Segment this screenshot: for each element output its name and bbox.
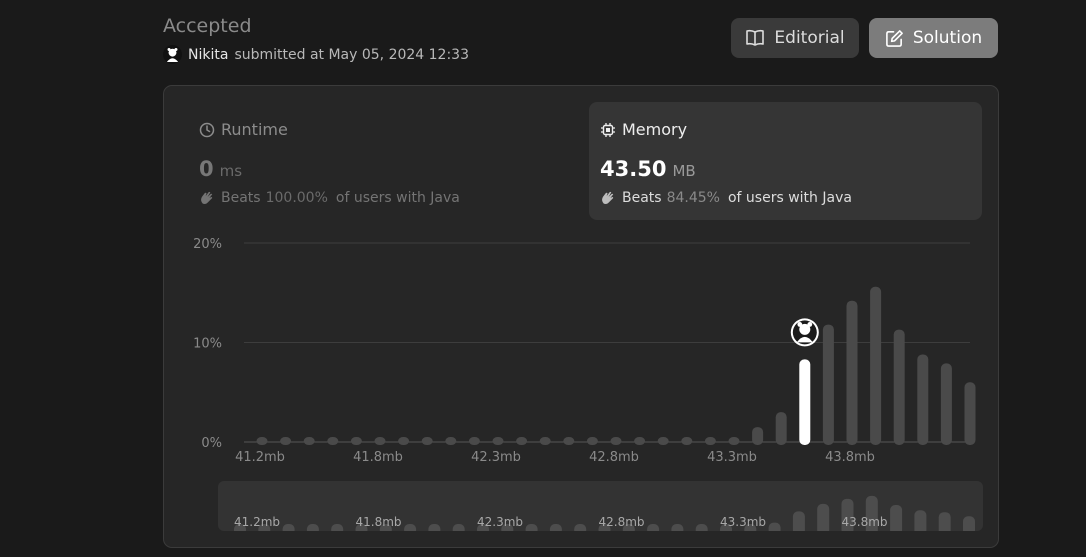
chart-bar[interactable] bbox=[728, 437, 740, 445]
chart-bar[interactable] bbox=[846, 300, 858, 445]
overview-bar bbox=[938, 512, 951, 531]
overview-bar bbox=[792, 511, 805, 531]
chart-bar-highlight[interactable] bbox=[799, 359, 811, 445]
x-tick-label: 41.2mb bbox=[235, 450, 285, 465]
overview-bar bbox=[768, 522, 781, 531]
chart-bar[interactable] bbox=[681, 437, 693, 445]
book-icon bbox=[746, 29, 765, 46]
chart-bar[interactable] bbox=[940, 363, 952, 445]
submission-status: Accepted bbox=[163, 15, 252, 37]
avatar[interactable] bbox=[163, 45, 182, 64]
chart-bar[interactable] bbox=[775, 412, 787, 445]
editorial-label: Editorial bbox=[774, 28, 845, 48]
username-link[interactable]: Nikita bbox=[188, 47, 228, 63]
x-tick-label: 43.8mb bbox=[825, 450, 875, 465]
overview-bar bbox=[963, 516, 975, 531]
overview-tick-label: 42.3mb bbox=[477, 515, 523, 529]
memory-distribution-chart[interactable]: 0% 10% 20% 41.2mb 41.8mb 42.3mb 42.8mb 43.3mb 43… bbox=[164, 86, 998, 481]
chart-bar[interactable] bbox=[327, 437, 339, 445]
overview-tick-label: 41.2mb bbox=[234, 515, 280, 529]
edit-icon bbox=[885, 29, 903, 47]
y-tick-label: 0% bbox=[201, 436, 222, 451]
x-tick-label: 42.8mb bbox=[589, 450, 639, 465]
chart-bar[interactable] bbox=[870, 286, 882, 445]
chart-bar[interactable] bbox=[468, 437, 480, 445]
submission-info: Nikita submitted at May 05, 2024 12:33 bbox=[163, 45, 469, 64]
y-tick-label: 10% bbox=[193, 337, 222, 352]
chart-bar[interactable] bbox=[256, 437, 268, 445]
chart-bar[interactable] bbox=[350, 437, 362, 445]
marker-ear bbox=[797, 322, 803, 327]
chart-bar[interactable] bbox=[280, 437, 292, 445]
overview-tick-label: 42.8mb bbox=[598, 515, 644, 529]
chart-bar[interactable] bbox=[563, 437, 575, 445]
x-tick-label: 41.8mb bbox=[353, 450, 403, 465]
chart-bar[interactable] bbox=[634, 437, 646, 445]
chart-bar[interactable] bbox=[398, 437, 410, 445]
overview-bar bbox=[817, 503, 830, 531]
chart-bar[interactable] bbox=[822, 324, 834, 445]
editorial-button[interactable]: Editorial bbox=[731, 18, 859, 58]
chart-bar[interactable] bbox=[893, 329, 905, 445]
overview-tick-label: 43.3mb bbox=[720, 515, 766, 529]
user-marker-icon bbox=[790, 318, 819, 347]
chart-bar[interactable] bbox=[445, 437, 457, 445]
user-avatar-icon bbox=[166, 47, 179, 62]
chart-bar[interactable] bbox=[917, 354, 929, 445]
submitted-at-text: submitted at May 05, 2024 12:33 bbox=[234, 46, 469, 63]
y-tick-label: 20% bbox=[193, 237, 222, 252]
solution-label: Solution bbox=[912, 28, 983, 48]
solution-button[interactable]: Solution bbox=[869, 18, 998, 58]
overview-tick-label: 43.8mb bbox=[841, 515, 887, 529]
chart-bar[interactable] bbox=[492, 437, 504, 445]
x-tick-label: 43.3mb bbox=[707, 450, 757, 465]
chart-bar[interactable] bbox=[421, 437, 433, 445]
performance-panel: Runtime 0 ms Beats 100.00% of users with… bbox=[163, 85, 999, 548]
marker-ear bbox=[807, 322, 813, 327]
chart-bar[interactable] bbox=[539, 437, 551, 445]
chart-bar[interactable] bbox=[657, 437, 669, 445]
overview-bar bbox=[914, 510, 927, 531]
chart-bar[interactable] bbox=[704, 437, 716, 445]
chart-bar[interactable] bbox=[752, 427, 764, 445]
chart-overview-range[interactable]: 41.2mb 41.8mb 42.3mb 42.8mb 43.3mb 43.8mb bbox=[218, 481, 983, 531]
chart-bar[interactable] bbox=[303, 437, 315, 445]
chart-bar[interactable] bbox=[964, 382, 976, 445]
chart-bar[interactable] bbox=[374, 437, 386, 445]
chart-bar[interactable] bbox=[586, 437, 598, 445]
x-tick-label: 42.3mb bbox=[471, 450, 521, 465]
chart-bar[interactable] bbox=[516, 437, 528, 445]
chart-bar[interactable] bbox=[610, 437, 622, 445]
overview-bar bbox=[890, 504, 903, 531]
overview-tick-label: 41.8mb bbox=[355, 515, 401, 529]
